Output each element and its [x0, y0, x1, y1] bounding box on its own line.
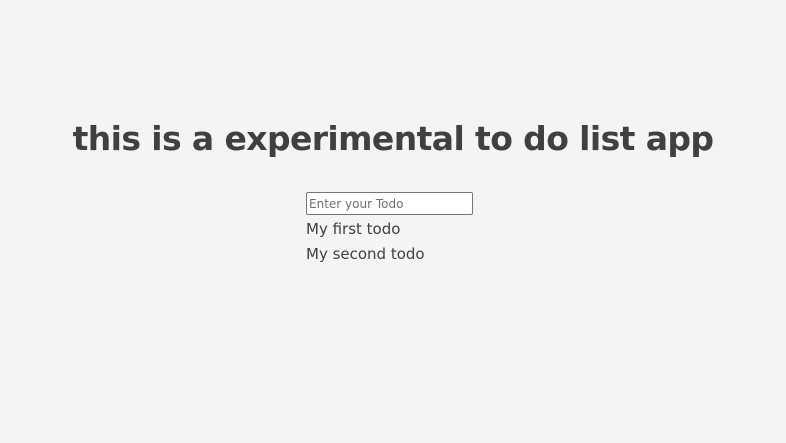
todo-item: My second todo: [306, 245, 425, 263]
todo-list: My first todo My second todo: [306, 217, 606, 267]
todo-section: My first todo My second todo: [306, 192, 606, 267]
todo-item: My first todo: [306, 220, 401, 238]
todo-app: this is a experimental to do list app My…: [0, 0, 786, 443]
page-title: this is a experimental to do list app: [72, 119, 714, 158]
todo-input[interactable]: [306, 192, 473, 215]
